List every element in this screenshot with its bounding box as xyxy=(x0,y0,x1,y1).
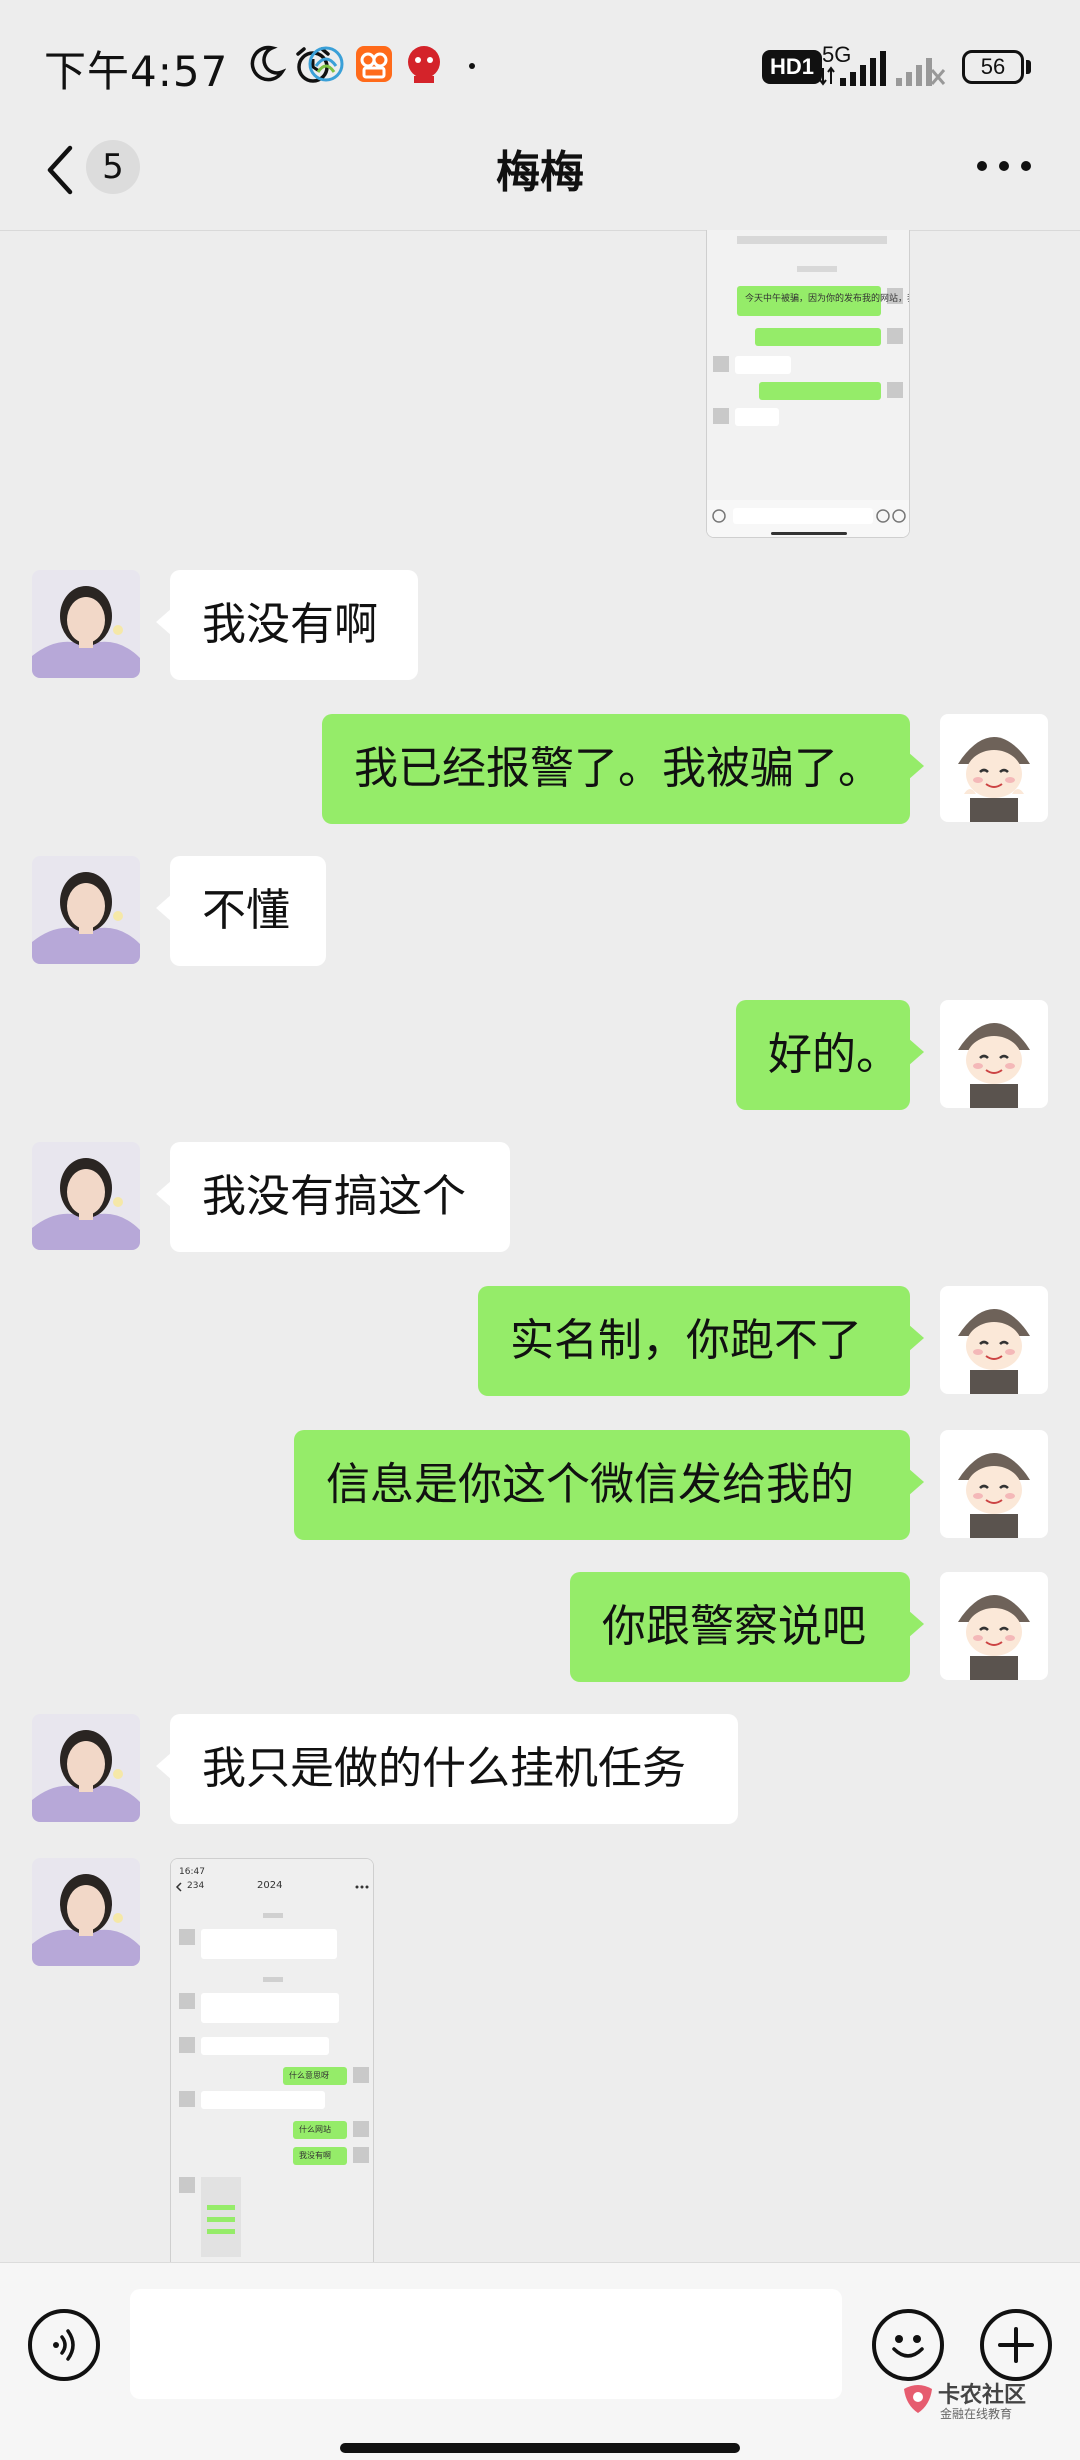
dot-icon xyxy=(469,63,475,69)
contact-avatar[interactable] xyxy=(32,1714,140,1822)
my-avatar[interactable] xyxy=(940,1286,1048,1394)
hd-badge: HD1 xyxy=(762,50,823,84)
screenshot-line: 什么网站 xyxy=(299,2125,331,2134)
screenshot-line: 今天中午被骗，因为你的发布我的网站，我被骗了 xyxy=(745,294,909,304)
incoming-message-bubble[interactable]: 我没有啊 xyxy=(156,570,418,680)
watermark-sub: 金融在线教育 xyxy=(940,2407,1013,2421)
chat-title: 梅梅 xyxy=(496,147,584,198)
outgoing-message-bubble[interactable]: 你跟警察说吧 xyxy=(570,1572,924,1682)
status-bar: 下午4:57 HD1 5G 56 xyxy=(0,0,1080,130)
contact-avatar-image xyxy=(32,1858,140,1966)
message-input[interactable] xyxy=(130,2289,842,2399)
voice-button[interactable] xyxy=(28,2309,100,2381)
home-indicator[interactable] xyxy=(340,2443,740,2453)
my-avatar-image xyxy=(940,1430,1048,1538)
screenshot-line: 什么意思呀 xyxy=(289,2071,329,2080)
contact-avatar-image xyxy=(32,570,140,678)
more-dots-icon xyxy=(977,161,1031,171)
incoming-message-bubble[interactable]: 我没有搞这个 xyxy=(156,1142,510,1252)
signal-icon-sim1 xyxy=(840,51,886,86)
screenshot-line: 我没有啊 xyxy=(299,2151,331,2160)
emoji-icon xyxy=(892,2335,924,2358)
contact-avatar[interactable] xyxy=(32,1142,140,1250)
contact-avatar[interactable] xyxy=(32,1858,140,1966)
chat-screenshot-image xyxy=(707,230,909,537)
voice-icon xyxy=(53,2329,75,2361)
incoming-message-bubble[interactable]: 不懂 xyxy=(156,856,326,966)
chat-header: 5 梅梅 xyxy=(0,130,1080,231)
my-avatar[interactable] xyxy=(940,1000,1048,1108)
watermark: 卡农社区 金融在线教育 xyxy=(900,2377,1040,2427)
watermark-logo-icon xyxy=(904,2385,932,2413)
contact-avatar[interactable] xyxy=(32,570,140,678)
shopping-app-icon xyxy=(408,46,440,83)
plus-icon xyxy=(998,2327,1034,2363)
data-arrows-icon xyxy=(819,66,835,86)
moon-icon xyxy=(250,45,286,82)
emoji-button[interactable] xyxy=(872,2309,944,2381)
my-avatar[interactable] xyxy=(940,1430,1048,1538)
more-actions-button[interactable] xyxy=(980,2309,1052,2381)
signal-icon-sim2 xyxy=(896,58,946,86)
video-app-icon xyxy=(356,46,392,82)
china-mobile-app-icon xyxy=(308,46,344,82)
my-avatar-image xyxy=(940,1000,1048,1108)
my-avatar-image xyxy=(940,714,1048,822)
outgoing-message-bubble[interactable]: 实名制，你跑不了 xyxy=(478,1286,924,1396)
more-options-button[interactable] xyxy=(972,146,1036,186)
incoming-image-message[interactable]: 16:47 234 2024 什么意思呀 什么网站 我没有啊 xyxy=(170,1858,374,2262)
input-bar: 卡农社区 金融在线教育 xyxy=(0,2262,1080,2460)
screenshot-back-count: 234 xyxy=(187,1881,205,1891)
contact-avatar[interactable] xyxy=(32,856,140,964)
outgoing-message-bubble[interactable]: 信息是你这个微信发给我的 xyxy=(294,1430,924,1540)
contact-avatar-image xyxy=(32,856,140,964)
chat-screen: 下午4:57 HD1 5G 56 5 梅梅 今天中午被骗，因为你的发布我的网站，… xyxy=(0,0,1080,2460)
outgoing-image-message[interactable]: 今天中午被骗，因为你的发布我的网站，我被骗了 xyxy=(706,230,910,538)
battery-indicator: 56 xyxy=(962,50,1024,84)
chat-screenshot-image xyxy=(171,1859,373,2262)
my-avatar[interactable] xyxy=(940,714,1048,822)
my-avatar[interactable] xyxy=(940,1572,1048,1680)
contact-avatar-image xyxy=(32,1714,140,1822)
battery-tip xyxy=(1026,60,1031,74)
outgoing-message-bubble[interactable]: 好的。 xyxy=(736,1000,924,1110)
screenshot-time: 16:47 xyxy=(179,1867,205,1877)
contact-avatar-image xyxy=(32,1142,140,1250)
incoming-message-bubble[interactable]: 我只是做的什么挂机任务 xyxy=(156,1714,738,1824)
outgoing-message-bubble[interactable]: 我已经报警了。我被骗了。 xyxy=(322,714,924,824)
my-avatar-image xyxy=(940,1572,1048,1680)
status-time: 下午4:57 xyxy=(44,47,229,96)
screenshot-title: 2024 xyxy=(257,1880,283,1891)
my-avatar-image xyxy=(940,1286,1048,1394)
